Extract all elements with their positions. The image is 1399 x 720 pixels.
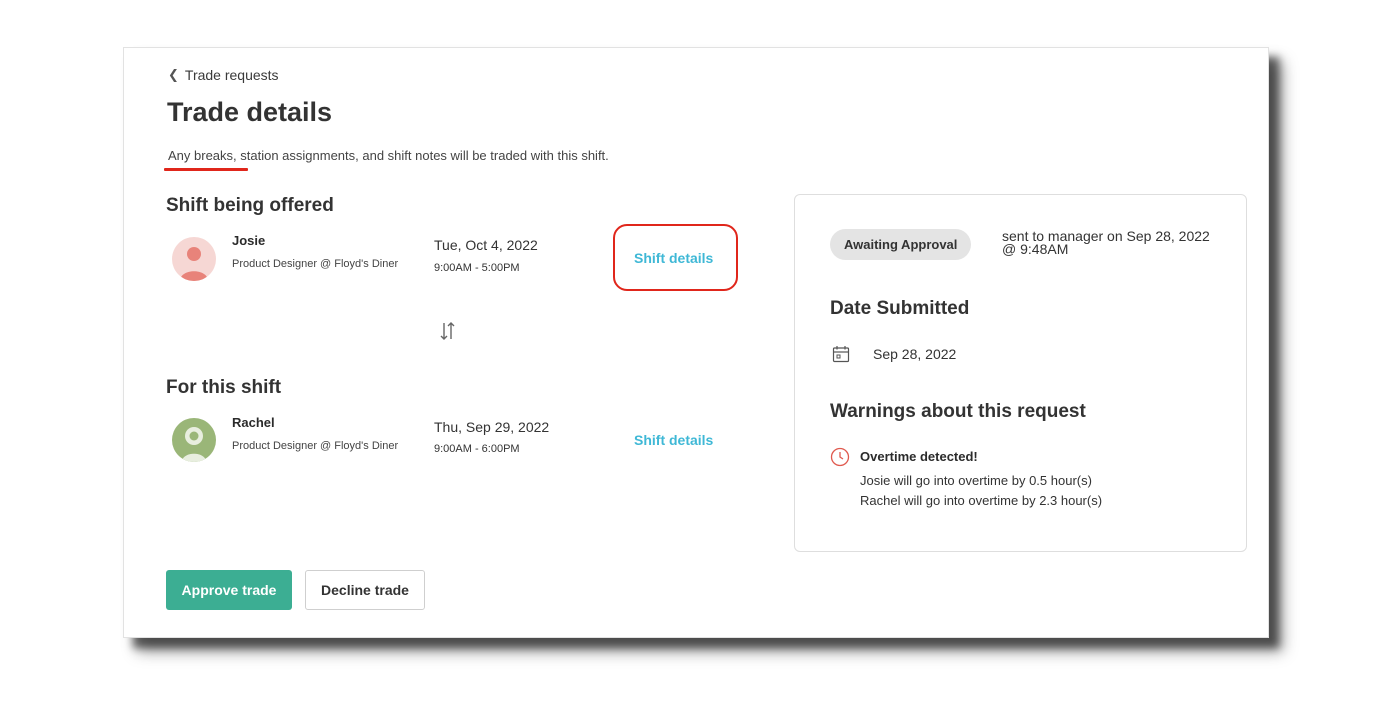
status-sent-text: sent to manager on Sep 28, 2022 @ 9:48AM bbox=[1002, 228, 1210, 257]
offered-person-role: Product Designer @ Floyd's Diner bbox=[232, 258, 399, 270]
swap-vertical-icon bbox=[439, 320, 457, 347]
status-badge: Awaiting Approval bbox=[830, 229, 972, 260]
offered-shift-time: 9:00AM - 5:00PM bbox=[434, 262, 520, 274]
page-subtitle: Any breaks, station assignments, and shi… bbox=[168, 148, 609, 163]
offered-section-title: Shift being offered bbox=[166, 195, 334, 216]
calendar-icon bbox=[832, 345, 850, 368]
date-submitted-value: Sep 28, 2022 bbox=[873, 346, 957, 362]
request-status-panel: Awaiting Approval sent to manager on Sep… bbox=[794, 194, 1247, 552]
target-person-name: Rachel bbox=[232, 415, 275, 430]
offered-person-name: Josie bbox=[232, 233, 266, 248]
offered-shift-details-link[interactable]: Shift details bbox=[634, 250, 713, 266]
breadcrumb-label: Trade requests bbox=[184, 67, 279, 83]
trade-details-card: ❮ Trade requests Trade details Any break… bbox=[123, 47, 1269, 638]
user-icon bbox=[180, 247, 208, 281]
target-shift-date: Thu, Sep 29, 2022 bbox=[434, 419, 550, 435]
avatar-rachel bbox=[172, 418, 216, 462]
chevron-left-icon: ❮ bbox=[168, 67, 179, 82]
decline-trade-button[interactable]: Decline trade bbox=[305, 570, 425, 610]
offered-shift-date: Tue, Oct 4, 2022 bbox=[434, 237, 538, 253]
warnings-heading: Warnings about this request bbox=[830, 401, 1086, 422]
warning-line: Josie will go into overtime by 0.5 hour(… bbox=[860, 473, 1092, 488]
warning-title: Overtime detected! bbox=[860, 449, 978, 464]
user-icon bbox=[182, 427, 206, 462]
page-title: Trade details bbox=[167, 97, 333, 127]
avatar-josie bbox=[172, 237, 216, 281]
annotation-underline bbox=[164, 168, 248, 171]
target-section-title: For this shift bbox=[166, 377, 282, 398]
target-shift-time: 9:00AM - 6:00PM bbox=[434, 443, 520, 455]
target-shift-details-link[interactable]: Shift details bbox=[634, 432, 713, 448]
approve-trade-button[interactable]: Approve trade bbox=[166, 570, 292, 610]
breadcrumb-back[interactable]: ❮ Trade requests bbox=[168, 67, 279, 83]
date-submitted-heading: Date Submitted bbox=[830, 298, 970, 319]
warning-line: Rachel will go into overtime by 2.3 hour… bbox=[860, 493, 1103, 508]
clock-warning-icon bbox=[830, 447, 850, 472]
target-person-role: Product Designer @ Floyd's Diner bbox=[232, 440, 399, 452]
